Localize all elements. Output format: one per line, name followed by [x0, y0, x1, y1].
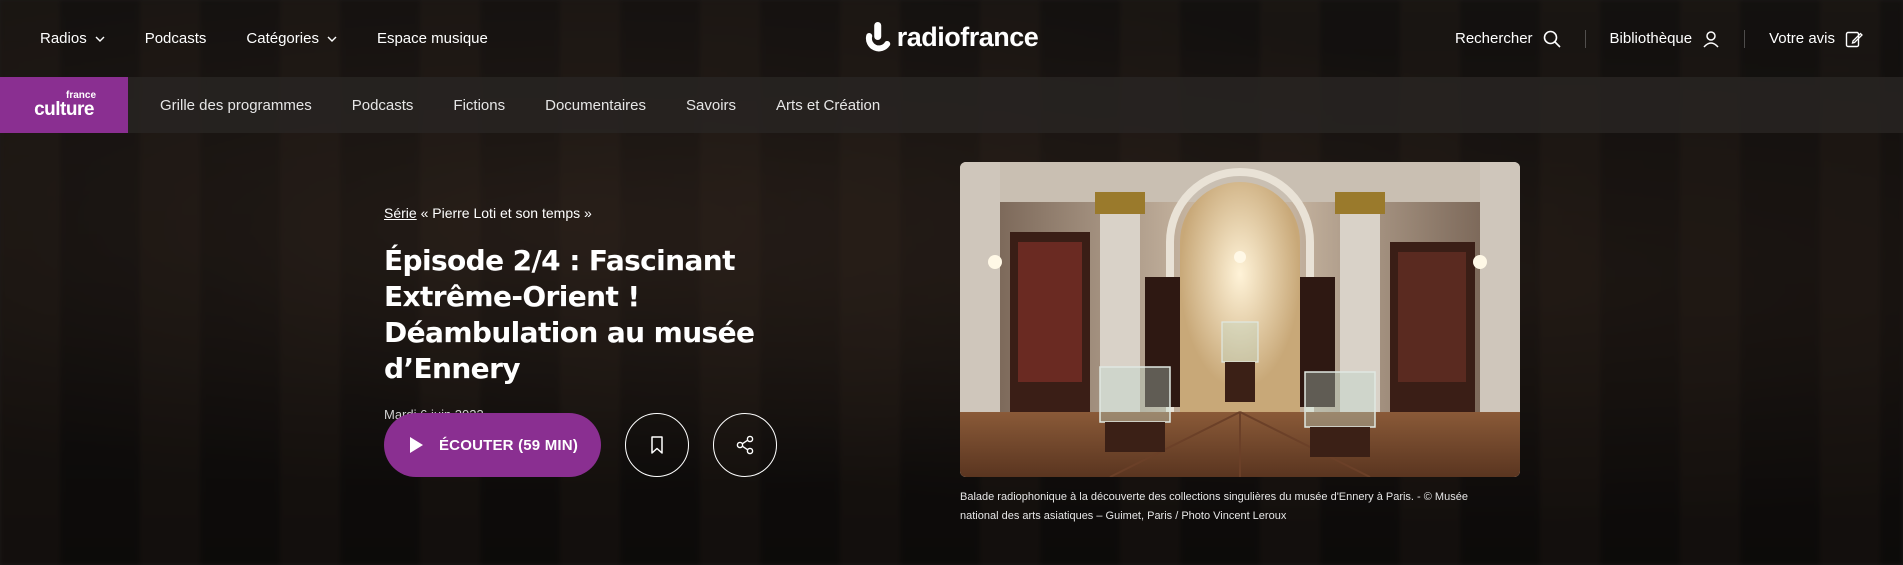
library-label: Bibliothèque	[1609, 30, 1693, 47]
nav-categories[interactable]: Catégories	[246, 30, 337, 47]
top-navigation: Radios Podcasts Catégories Espace musiqu…	[0, 0, 1903, 77]
share-icon	[736, 435, 754, 455]
episode-title: Épisode 2/4 : Fascinant Extrême-Orient !…	[384, 244, 755, 385]
subnav-item-documentaires[interactable]: Documentaires	[545, 97, 646, 114]
episode-actions: ÉCOUTER (59 MIN)	[384, 413, 777, 477]
nav-music-label: Espace musique	[376, 30, 488, 47]
brand-name: radiofrance	[896, 21, 1039, 52]
episode-image	[960, 162, 1520, 477]
edit-icon	[1845, 31, 1863, 47]
radiofrance-logo[interactable]: radiofrance	[865, 20, 1039, 54]
episode-header: Série « Pierre Loti et son temps » Épiso…	[384, 205, 854, 422]
france-culture-logo[interactable]: france culture	[0, 77, 128, 133]
nav-podcasts[interactable]: Podcasts	[145, 30, 207, 47]
subnav-item-grille[interactable]: Grille des programmes	[160, 97, 312, 114]
radiofrance-logo-mark-icon	[865, 22, 890, 52]
feedback-button[interactable]: Votre avis	[1744, 29, 1863, 48]
station-navigation: france culture Grille des programmes Pod…	[0, 77, 1903, 133]
subnav-item-arts[interactable]: Arts et Création	[776, 97, 880, 114]
subnav-item-fictions[interactable]: Fictions	[453, 97, 505, 114]
chevron-down-icon	[327, 36, 337, 42]
series-line: Série « Pierre Loti et son temps »	[384, 205, 854, 221]
museum-gallery-illustration	[960, 162, 1520, 477]
series-link[interactable]: Série	[384, 205, 417, 221]
series-name: « Pierre Loti et son temps »	[416, 205, 592, 221]
subnav-item-savoirs[interactable]: Savoirs	[686, 97, 736, 114]
chevron-down-icon	[95, 36, 105, 42]
logo-culture-text: culture	[34, 99, 94, 120]
play-icon	[409, 437, 423, 453]
subnav-item-podcasts[interactable]: Podcasts	[352, 97, 414, 114]
listen-button[interactable]: ÉCOUTER (59 MIN)	[384, 413, 601, 477]
image-caption: Balade radiophonique à la découverte des…	[960, 491, 1468, 522]
search-button[interactable]: Rechercher	[1431, 30, 1585, 48]
nav-categories-label: Catégories	[246, 30, 319, 47]
search-icon	[1543, 30, 1561, 48]
library-button[interactable]: Bibliothèque	[1584, 29, 1745, 48]
nav-podcasts-label: Podcasts	[144, 30, 207, 47]
feedback-label: Votre avis	[1769, 30, 1835, 47]
nav-music-space[interactable]: Espace musique	[377, 30, 488, 47]
station-menu: Grille des programmes Podcasts Fictions …	[160, 97, 880, 114]
bookmark-icon	[651, 436, 663, 454]
nav-radios[interactable]: Radios	[40, 30, 105, 47]
nav-radios-label: Radios	[40, 30, 87, 47]
user-icon	[1703, 30, 1719, 48]
main-menu: Radios Podcasts Catégories Espace musiqu…	[40, 30, 488, 47]
bookmark-button[interactable]	[625, 413, 689, 477]
share-button[interactable]	[713, 413, 777, 477]
search-label: Rechercher	[1455, 30, 1533, 47]
listen-label: ÉCOUTER (59 MIN)	[438, 436, 579, 454]
utility-menu: Rechercher Bibliothèque Votre avis	[1431, 29, 1863, 48]
